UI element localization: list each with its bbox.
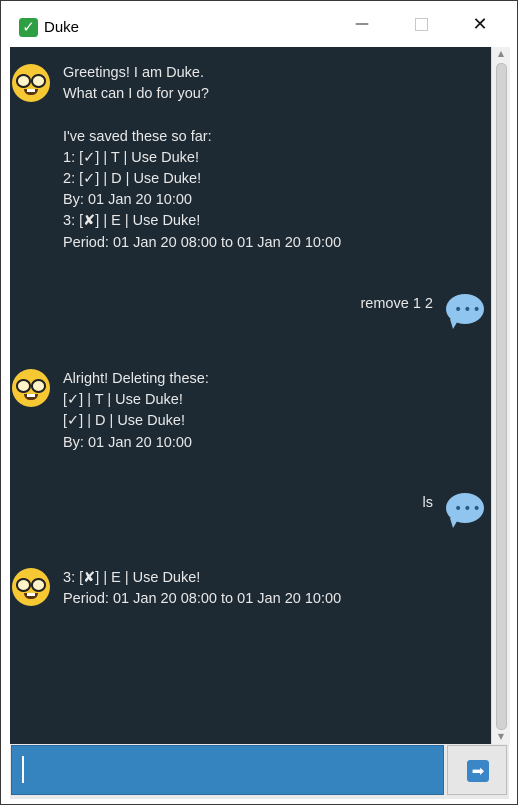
app-window: ✓ Duke — ✕ Greetings! I am Duke. What ca… [0, 0, 518, 805]
speech-bubble-icon: ••• [446, 294, 486, 330]
message-input[interactable] [11, 745, 444, 795]
scroll-up-icon[interactable]: ▲ [492, 47, 510, 61]
minimize-button[interactable]: — [333, 1, 391, 47]
scroll-down-icon[interactable]: ▼ [492, 730, 510, 744]
input-bar: ➡ [10, 744, 509, 799]
window-title: Duke [44, 19, 80, 36]
maximize-icon [414, 17, 428, 31]
duke-message-text: Alright! Deleting these: [✓] | T | Use D… [63, 371, 209, 451]
close-button[interactable]: ✕ [451, 1, 509, 47]
duke-message-text: Greetings! I am Duke. What can I do for … [63, 65, 342, 251]
speech-bubble-icon: ••• [446, 493, 486, 529]
duke-message-text: 3: [✘] | E | Use Duke! Period: 01 Jan 20… [63, 570, 342, 608]
text-caret [22, 756, 24, 783]
check-mark-icon: ✓ [19, 18, 38, 37]
send-button[interactable]: ➡ [447, 745, 507, 795]
scroll-thumb[interactable] [496, 63, 507, 730]
vertical-scrollbar[interactable]: ▲ ▼ [491, 47, 510, 744]
maximize-button[interactable] [392, 1, 450, 47]
nerd-face-icon [12, 369, 50, 407]
user-message-text: remove 1 2 [360, 296, 433, 312]
nerd-face-icon [12, 568, 50, 606]
nerd-face-icon [12, 64, 50, 102]
user-message-text: ls [422, 495, 433, 511]
arrow-right-icon: ➡ [467, 760, 489, 782]
title-bar: ✓ Duke — ✕ [1, 1, 517, 47]
chat-area: Greetings! I am Duke. What can I do for … [10, 47, 491, 744]
